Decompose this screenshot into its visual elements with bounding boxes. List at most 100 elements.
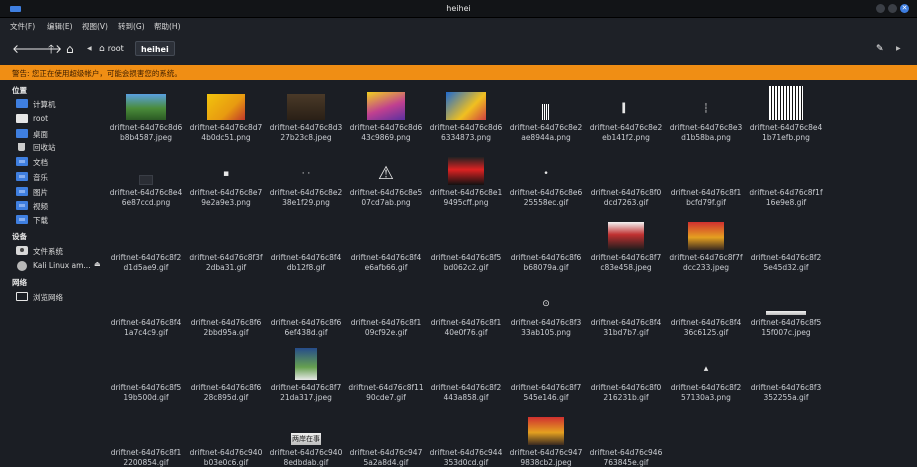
file-item[interactable]: 两岸在事 driftnet-64d76c940 8edbdab.gif bbox=[266, 411, 346, 467]
menu-help[interactable]: 帮助(H) bbox=[154, 21, 181, 32]
sidebar-item-root[interactable]: root bbox=[16, 113, 104, 125]
file-item[interactable]: driftnet-64d76c8f6 2bbd95a.gif bbox=[186, 281, 266, 343]
home-icon[interactable]: ⌂ bbox=[66, 43, 74, 55]
menu-go[interactable]: 转到(G) bbox=[118, 21, 145, 32]
file-item[interactable]: driftnet-64d76c8f7 21da317.jpeg bbox=[266, 346, 346, 408]
file-name: driftnet-64d76c940 8edbdab.gif bbox=[266, 448, 346, 467]
file-item[interactable]: driftnet-64d76c8d6 43c9869.png bbox=[346, 86, 426, 148]
edit-location-icon[interactable]: ✎ bbox=[876, 44, 884, 54]
sidebar-item-pictures[interactable]: 图片 bbox=[16, 186, 104, 198]
sidebar-item-filesystem[interactable]: 文件系统 bbox=[16, 245, 104, 257]
file-item[interactable]: ⊙ driftnet-64d76c8f3 33ab105.png bbox=[506, 281, 586, 343]
file-name-line: driftnet-64d76c8d6 bbox=[349, 123, 423, 132]
file-item[interactable]: driftnet-64d76c8f11 90cde7.gif bbox=[346, 346, 426, 408]
file-item[interactable]: driftnet-64d76c8e4 1b71efb.png bbox=[746, 86, 826, 148]
sidebar-item-documents[interactable]: 文档 bbox=[16, 156, 104, 168]
file-item[interactable]: driftnet-64d76c8f3f 2dba31.gif bbox=[186, 216, 266, 278]
file-item[interactable]: driftnet-64d76c8f4 db12f8.gif bbox=[266, 216, 346, 278]
file-item[interactable]: driftnet-64d76c8f1f 16e9e8.gif bbox=[746, 151, 826, 213]
file-item[interactable]: driftnet-64d76c8f4 31bd7b7.gif bbox=[586, 281, 666, 343]
menu-view[interactable]: 视图(V) bbox=[82, 21, 108, 32]
file-name: driftnet-64d76c8f1 bcfd79f.gif bbox=[666, 188, 746, 208]
close-icon: ✕ bbox=[901, 4, 908, 12]
file-item[interactable]: ▴ driftnet-64d76c8f2 57130a3.png bbox=[666, 346, 746, 408]
file-item[interactable]: driftnet-64d76c8f4 36c6125.gif bbox=[666, 281, 746, 343]
file-name-line: driftnet-64d76c8f4 bbox=[350, 253, 422, 262]
file-item[interactable]: driftnet-64d76c8d6 b8b4587.jpeg bbox=[106, 86, 186, 148]
file-item[interactable]: driftnet-64d76c8f0 dcd7263.gif bbox=[586, 151, 666, 213]
file-name: driftnet-64d76c8f6 6ef438d.gif bbox=[266, 318, 346, 338]
sidebar-item-browse-network[interactable]: 浏览网络 bbox=[16, 291, 104, 303]
file-item[interactable]: driftnet-64d76c8f1 2200854.gif bbox=[106, 411, 186, 467]
path-current-button[interactable]: heihei bbox=[135, 41, 175, 56]
file-item[interactable]: driftnet-64d76c940 b03e0c6.gif bbox=[186, 411, 266, 467]
file-item[interactable]: driftnet-64d76c8f2 d1d5ae9.gif bbox=[106, 216, 186, 278]
file-name-line: 16e9e8.gif bbox=[765, 198, 807, 207]
file-name: driftnet-64d76c8f6 28c895d.gif bbox=[186, 383, 266, 403]
file-name-line: driftnet-64d76c8f6 bbox=[190, 383, 262, 392]
file-item[interactable]: driftnet-64d76c8f1 bcfd79f.gif bbox=[666, 151, 746, 213]
file-item[interactable]: driftnet-64d76c8d7 4b0dc51.png bbox=[186, 86, 266, 148]
file-item[interactable]: driftnet-64d76c8f7f dcc233.jpeg bbox=[666, 216, 746, 278]
file-item[interactable]: driftnet-64d76c8f4 1a7c4c9.gif bbox=[106, 281, 186, 343]
file-item[interactable]: driftnet-64d76c8f7 c83e458.jpeg bbox=[586, 216, 666, 278]
forward-icon[interactable]: 🡒 bbox=[30, 43, 62, 55]
menu-file[interactable]: 文件(F) bbox=[10, 21, 35, 32]
sidebar-item-music[interactable]: 音乐 bbox=[16, 171, 104, 183]
file-item[interactable]: driftnet-64d76c8f6 b68079a.gif bbox=[506, 216, 586, 278]
file-name-line: c83e458.jpeg bbox=[600, 263, 652, 272]
sidebar-item-desktop[interactable]: 桌面 bbox=[16, 128, 104, 140]
eject-icon[interactable]: ⏏ bbox=[94, 260, 101, 268]
file-item[interactable]: • driftnet-64d76c8e6 25558ec.gif bbox=[506, 151, 586, 213]
file-item[interactable]: driftnet-64d76c8f1 40e0f76.gif bbox=[426, 281, 506, 343]
file-item[interactable]: driftnet-64d76c8e1 9495cff.png bbox=[426, 151, 506, 213]
file-item[interactable]: ┆ driftnet-64d76c8e3 d1b58ba.png bbox=[666, 86, 746, 148]
sidebar-item-trash[interactable]: 回收站 bbox=[16, 141, 104, 153]
file-item[interactable]: driftnet-64d76c8f7 545e146.gif bbox=[506, 346, 586, 408]
sidebar-item-computer[interactable]: 计算机 bbox=[16, 98, 104, 110]
sidebar-item-kali-disc[interactable]: Kali Linux am... ⏏ bbox=[16, 260, 104, 272]
file-item[interactable]: driftnet-64d76c8d6 6334873.png bbox=[426, 86, 506, 148]
close-button[interactable]: ✕ bbox=[900, 4, 909, 13]
file-item[interactable]: ▪ driftnet-64d76c8e7 9e2a9e3.png bbox=[186, 151, 266, 213]
file-item[interactable]: driftnet-64d76c946 763845e.gif bbox=[586, 411, 666, 467]
sidebar-item-videos[interactable]: 视频 bbox=[16, 200, 104, 212]
file-item[interactable]: driftnet-64d76c8f2 443a858.gif bbox=[426, 346, 506, 408]
file-item[interactable]: driftnet-64d76c8f2 5e45d32.gif bbox=[746, 216, 826, 278]
file-item[interactable]: driftnet-64d76c8f4 e6afb66.gif bbox=[346, 216, 426, 278]
file-item[interactable]: ▍ driftnet-64d76c8e2 eb141f2.png bbox=[586, 86, 666, 148]
file-item[interactable]: driftnet-64d76c8f5 15f007c.jpeg bbox=[746, 281, 826, 343]
path-root-button[interactable]: ⌂ root bbox=[97, 42, 126, 56]
file-item[interactable]: driftnet-64d76c8f6 6ef438d.gif bbox=[266, 281, 346, 343]
file-item[interactable]: driftnet-64d76c8d3 27b23c8.jpeg bbox=[266, 86, 346, 148]
minimize-button[interactable] bbox=[876, 4, 885, 13]
file-name-line: dcd7263.gif bbox=[603, 198, 649, 207]
file-item[interactable]: driftnet-64d76c947 9838cb2.jpeg bbox=[506, 411, 586, 467]
file-name: driftnet-64d76c8d7 4b0dc51.png bbox=[186, 123, 266, 143]
file-name-line: driftnet-64d76c8f11 bbox=[348, 383, 424, 392]
maximize-button[interactable] bbox=[888, 4, 897, 13]
file-name: driftnet-64d76c8e4 1b71efb.png bbox=[746, 123, 826, 143]
file-name-line: driftnet-64d76c8f3 bbox=[510, 318, 582, 327]
path-right-arrow-icon[interactable]: ▶ bbox=[896, 45, 901, 52]
file-name: driftnet-64d76c8f11 90cde7.gif bbox=[346, 383, 426, 403]
file-item[interactable]: driftnet-64d76c8f6 28c895d.gif bbox=[186, 346, 266, 408]
file-item[interactable]: driftnet-64d76c8e2 ae8944a.png bbox=[506, 86, 586, 148]
desktop-icon bbox=[16, 129, 28, 138]
file-item[interactable]: driftnet-64d76c8e4 6e87ccd.png bbox=[106, 151, 186, 213]
file-name-line: driftnet-64d76c8e7 bbox=[189, 188, 263, 197]
up-icon[interactable]: 🡑 bbox=[48, 43, 54, 55]
path-left-arrow-icon[interactable]: ◀ bbox=[87, 45, 92, 52]
file-item[interactable]: driftnet-64d76c944 353d0cd.gif bbox=[426, 411, 506, 467]
file-item[interactable]: ⚠ driftnet-64d76c8e5 07cd7ab.png bbox=[346, 151, 426, 213]
file-name-line: 19b500d.gif bbox=[123, 393, 169, 402]
file-item[interactable]: · · driftnet-64d76c8e2 38e1f29.png bbox=[266, 151, 346, 213]
file-item[interactable]: driftnet-64d76c8f5 19b500d.gif bbox=[106, 346, 186, 408]
menu-edit[interactable]: 编辑(E) bbox=[47, 21, 73, 32]
file-item[interactable]: driftnet-64d76c8f0 216231b.gif bbox=[586, 346, 666, 408]
file-item[interactable]: driftnet-64d76c947 5a2a8d4.gif bbox=[346, 411, 426, 467]
file-item[interactable]: driftnet-64d76c8f3 352255a.gif bbox=[746, 346, 826, 408]
file-item[interactable]: driftnet-64d76c8f5 bd062c2.gif bbox=[426, 216, 506, 278]
file-item[interactable]: driftnet-64d76c8f1 09cf92e.gif bbox=[346, 281, 426, 343]
sidebar-item-downloads[interactable]: 下载 bbox=[16, 214, 104, 226]
